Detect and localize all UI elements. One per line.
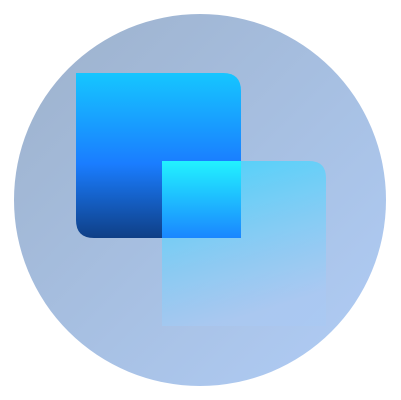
overlap-region — [162, 161, 241, 238]
overlapping-squares-logo-icon — [14, 14, 386, 386]
app-icon-canvas — [0, 0, 401, 400]
